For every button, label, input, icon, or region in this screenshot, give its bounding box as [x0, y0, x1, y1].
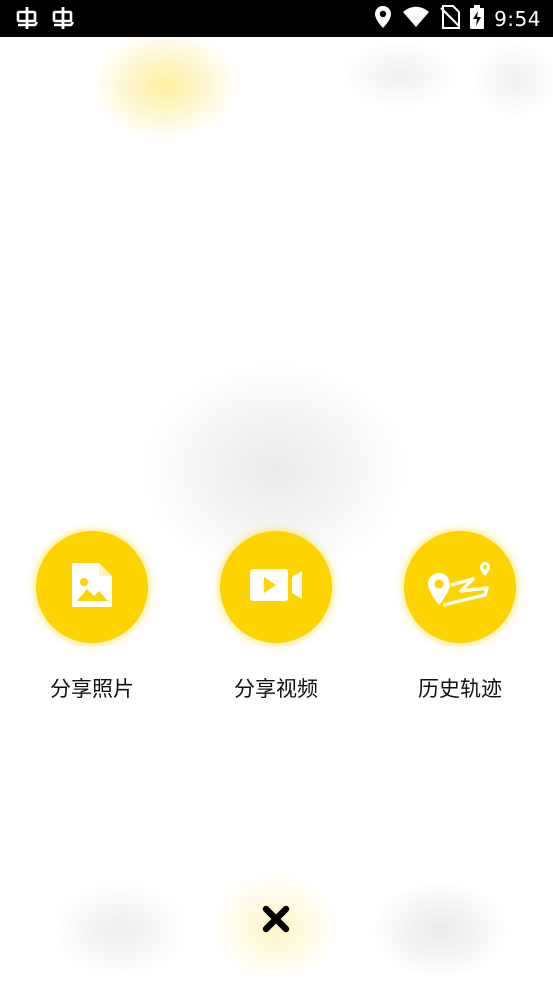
- blurred-background-highlight: [90, 30, 240, 140]
- blurred-background-shape: [340, 40, 460, 110]
- route-track-icon: [427, 561, 493, 613]
- history-track-label: 历史轨迹: [418, 677, 502, 701]
- share-photo-circle[interactable]: [36, 531, 148, 643]
- blurred-background-shape: [470, 40, 553, 120]
- status-bar: 9:54: [0, 0, 553, 37]
- share-photo-button[interactable]: 分享照片: [12, 531, 172, 711]
- no-sim-icon: [440, 4, 461, 33]
- battery-charging-icon: [470, 4, 485, 33]
- close-button[interactable]: [252, 897, 300, 945]
- status-bar-system-icons: 9:54: [374, 0, 541, 37]
- close-icon: [262, 905, 290, 937]
- blurred-background-shape: [50, 880, 190, 980]
- share-photo-label: 分享照片: [50, 677, 134, 701]
- history-track-circle[interactable]: [404, 531, 516, 643]
- status-bar-notifications: [14, 5, 76, 35]
- image-file-icon: [70, 561, 114, 613]
- bug-icon: [14, 5, 40, 35]
- video-camera-icon: [248, 567, 304, 607]
- blurred-background-shape: [370, 880, 510, 980]
- bug-icon: [50, 5, 76, 35]
- share-video-label: 分享视频: [234, 677, 318, 701]
- share-video-circle[interactable]: [220, 531, 332, 643]
- share-video-button[interactable]: 分享视频: [196, 531, 356, 711]
- location-icon: [374, 5, 392, 33]
- wifi-icon: [402, 6, 430, 32]
- history-track-button[interactable]: 历史轨迹: [380, 531, 540, 711]
- status-time: 9:54: [494, 6, 541, 31]
